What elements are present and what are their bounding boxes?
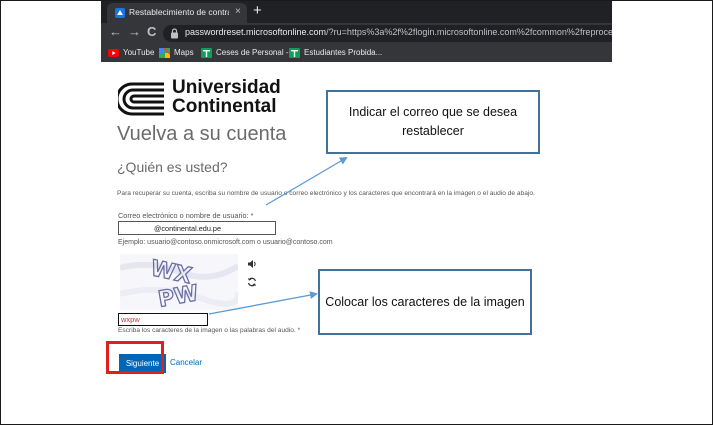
annotation-arrows (208, 156, 348, 315)
arrow-captcha-callout (208, 291, 318, 315)
callout-captcha: Colocar los caracteres de la imagen (318, 269, 532, 335)
arrow-email-callout (265, 156, 348, 206)
callout-email: Indicar el correo que se desea restablec… (326, 90, 540, 154)
